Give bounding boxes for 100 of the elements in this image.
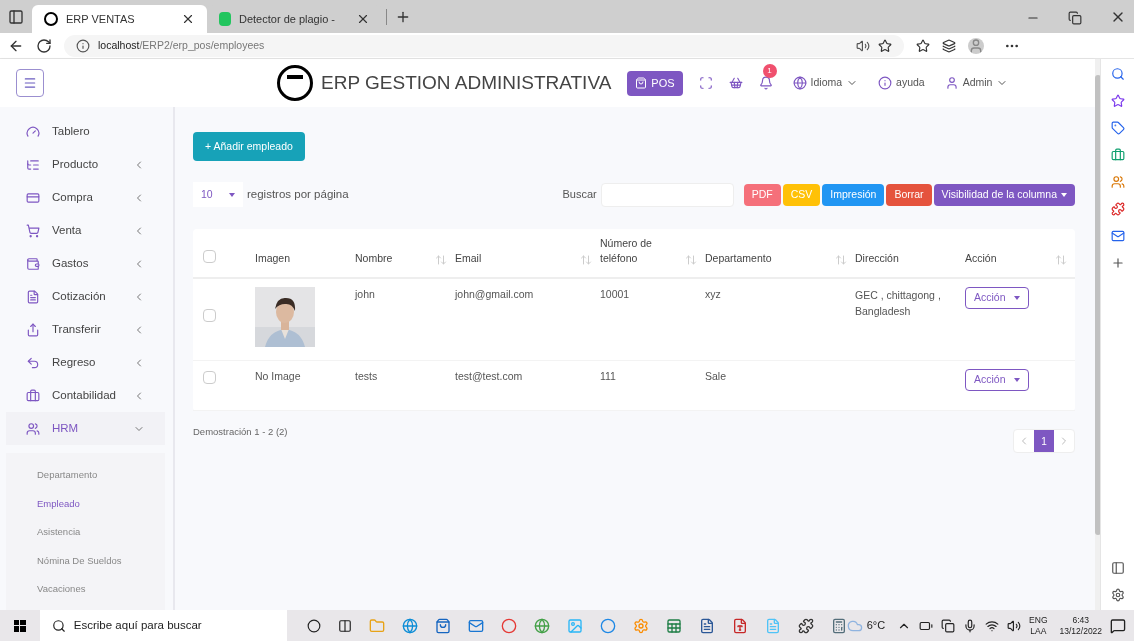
settings-icon[interactable]: [1110, 588, 1125, 602]
basket-icon[interactable]: [728, 76, 743, 90]
wifi-icon[interactable]: [985, 618, 1000, 633]
calculator-icon[interactable]: [830, 617, 847, 634]
close-icon[interactable]: [181, 12, 195, 26]
column-header[interactable]: Departamento: [705, 251, 835, 267]
export-button[interactable]: Visibilidad de la columna: [933, 183, 1075, 206]
search-label: Buscar: [562, 187, 597, 203]
mail-icon[interactable]: [1110, 229, 1125, 243]
weather-text[interactable]: 6°C: [866, 617, 886, 634]
sidebar-item[interactable]: Cotización: [6, 280, 165, 313]
undo-icon: [26, 355, 40, 370]
list-icon: [26, 157, 40, 172]
user-menu[interactable]: Admin: [944, 75, 1009, 91]
sidebar-item[interactable]: Venta: [6, 214, 165, 247]
document-icon: [26, 289, 40, 304]
user-icon: [944, 76, 959, 90]
menu-button[interactable]: [16, 69, 44, 97]
url-host: localhost: [98, 37, 140, 53]
card-icon: [26, 190, 40, 205]
logo-icon: [277, 65, 313, 101]
collections-icon[interactable]: [942, 38, 956, 53]
info-icon: [76, 38, 90, 53]
help-link[interactable]: ayuda: [878, 75, 925, 91]
pos-button[interactable]: POS: [627, 70, 683, 96]
table-cell-text: 10001: [600, 287, 631, 302]
column-header[interactable]: Nombre: [355, 251, 435, 267]
table-cell-text: xyz: [705, 287, 722, 302]
layout-indicator[interactable]: LAA: [1030, 625, 1047, 637]
sidebar-item[interactable]: Transferir: [6, 313, 165, 346]
close-icon[interactable]: [356, 12, 370, 26]
column-header[interactable]: Número de teléfono: [600, 235, 685, 267]
sidebar-item[interactable]: Compra: [6, 181, 165, 214]
row-checkbox[interactable]: [203, 371, 216, 384]
address-field[interactable]: localhost/ERP2/erp_pos/employees: [64, 34, 904, 57]
export-button[interactable]: Borrar: [886, 183, 932, 206]
language-indicator[interactable]: ENG: [1029, 614, 1048, 626]
tag-icon[interactable]: [1110, 121, 1125, 135]
sidebar-item[interactable]: Contabilidad: [6, 379, 165, 412]
tab-title: Detector de plagio -: [239, 11, 336, 27]
reload-icon[interactable]: [36, 37, 52, 54]
notifications-icon[interactable]: [1110, 617, 1126, 634]
add-icon[interactable]: [1110, 256, 1125, 270]
page-button[interactable]: 1: [1034, 430, 1054, 452]
tab-actions-icon[interactable]: [8, 9, 24, 25]
sidebar-item[interactable]: Producto: [6, 148, 165, 181]
column-header[interactable]: Imagen: [245, 251, 347, 267]
sidebar-item[interactable]: Regreso: [6, 346, 165, 379]
sidebar-item[interactable]: Gastos: [6, 247, 165, 280]
url-path: /ERP2/erp_pos/employees: [139, 37, 265, 53]
table-cell-text: john: [355, 287, 376, 302]
column-header[interactable]: Dirección: [855, 251, 957, 267]
clock-time[interactable]: 6:43: [1072, 614, 1090, 626]
people-icon[interactable]: [1110, 175, 1125, 189]
table-cell-text: test@test.com: [455, 369, 524, 384]
search-icon[interactable]: [1110, 67, 1125, 81]
wallet-icon: [26, 256, 40, 271]
select-all-checkbox[interactable]: [203, 250, 216, 263]
read-aloud-icon[interactable]: [856, 38, 870, 53]
language-menu[interactable]: Idioma: [792, 75, 859, 91]
word-icon[interactable]: [698, 617, 715, 634]
clock-date[interactable]: 13/12/2022: [1059, 625, 1103, 637]
page-size-select[interactable]: 10: [193, 182, 243, 207]
notification-badge: 1: [762, 64, 777, 78]
action-dropdown[interactable]: Acción: [965, 287, 1029, 309]
fullscreen-icon[interactable]: [698, 76, 713, 90]
logo-icon: [44, 12, 58, 26]
column-header[interactable]: Acción: [965, 251, 1055, 267]
volume-icon[interactable]: [1007, 618, 1022, 633]
pdf-icon[interactable]: [731, 617, 748, 634]
column-header[interactable]: Email: [455, 251, 580, 267]
row-checkbox[interactable]: [203, 309, 216, 322]
excel-icon[interactable]: [665, 617, 682, 634]
store-icon[interactable]: [434, 617, 451, 634]
table-cell-text: john@gmail.com: [455, 287, 535, 302]
globe-icon: [792, 76, 807, 90]
submenu-item[interactable]: Empleado: [6, 489, 165, 518]
menu-icon: [23, 76, 37, 90]
brand-title: ERP GESTION ADMINISTRATIVA: [321, 70, 612, 95]
profile-icon[interactable]: [968, 37, 984, 54]
sidebar-item[interactable]: HRM: [6, 412, 165, 445]
table-summary: Demostración 1 - 2 (2): [193, 425, 288, 439]
taskbar-search-field[interactable]: Escribe aquí para buscar: [39, 610, 287, 641]
page-size-label: registros por página: [247, 186, 349, 202]
task-view-icon[interactable]: [337, 618, 352, 633]
browser-tab[interactable]: ERP VENTAS: [32, 5, 207, 33]
mail-icon[interactable]: [467, 617, 484, 634]
microphone-icon[interactable]: [963, 618, 978, 633]
sidebar-item[interactable]: Tablero: [6, 115, 165, 148]
sidebar-toggle-icon[interactable]: [1110, 561, 1125, 575]
action-dropdown[interactable]: Acción: [965, 369, 1029, 391]
table-cell: No Image: [255, 370, 301, 382]
favorite-icon[interactable]: [878, 38, 892, 53]
bell-icon[interactable]: [758, 76, 773, 90]
restore-icon[interactable]: [1068, 11, 1082, 25]
browser-icon[interactable]: [401, 617, 418, 634]
favorites-icon[interactable]: [916, 38, 930, 53]
info-icon: [878, 76, 893, 90]
new-tab-icon[interactable]: [395, 9, 411, 25]
scrollbar[interactable]: [1095, 59, 1101, 610]
